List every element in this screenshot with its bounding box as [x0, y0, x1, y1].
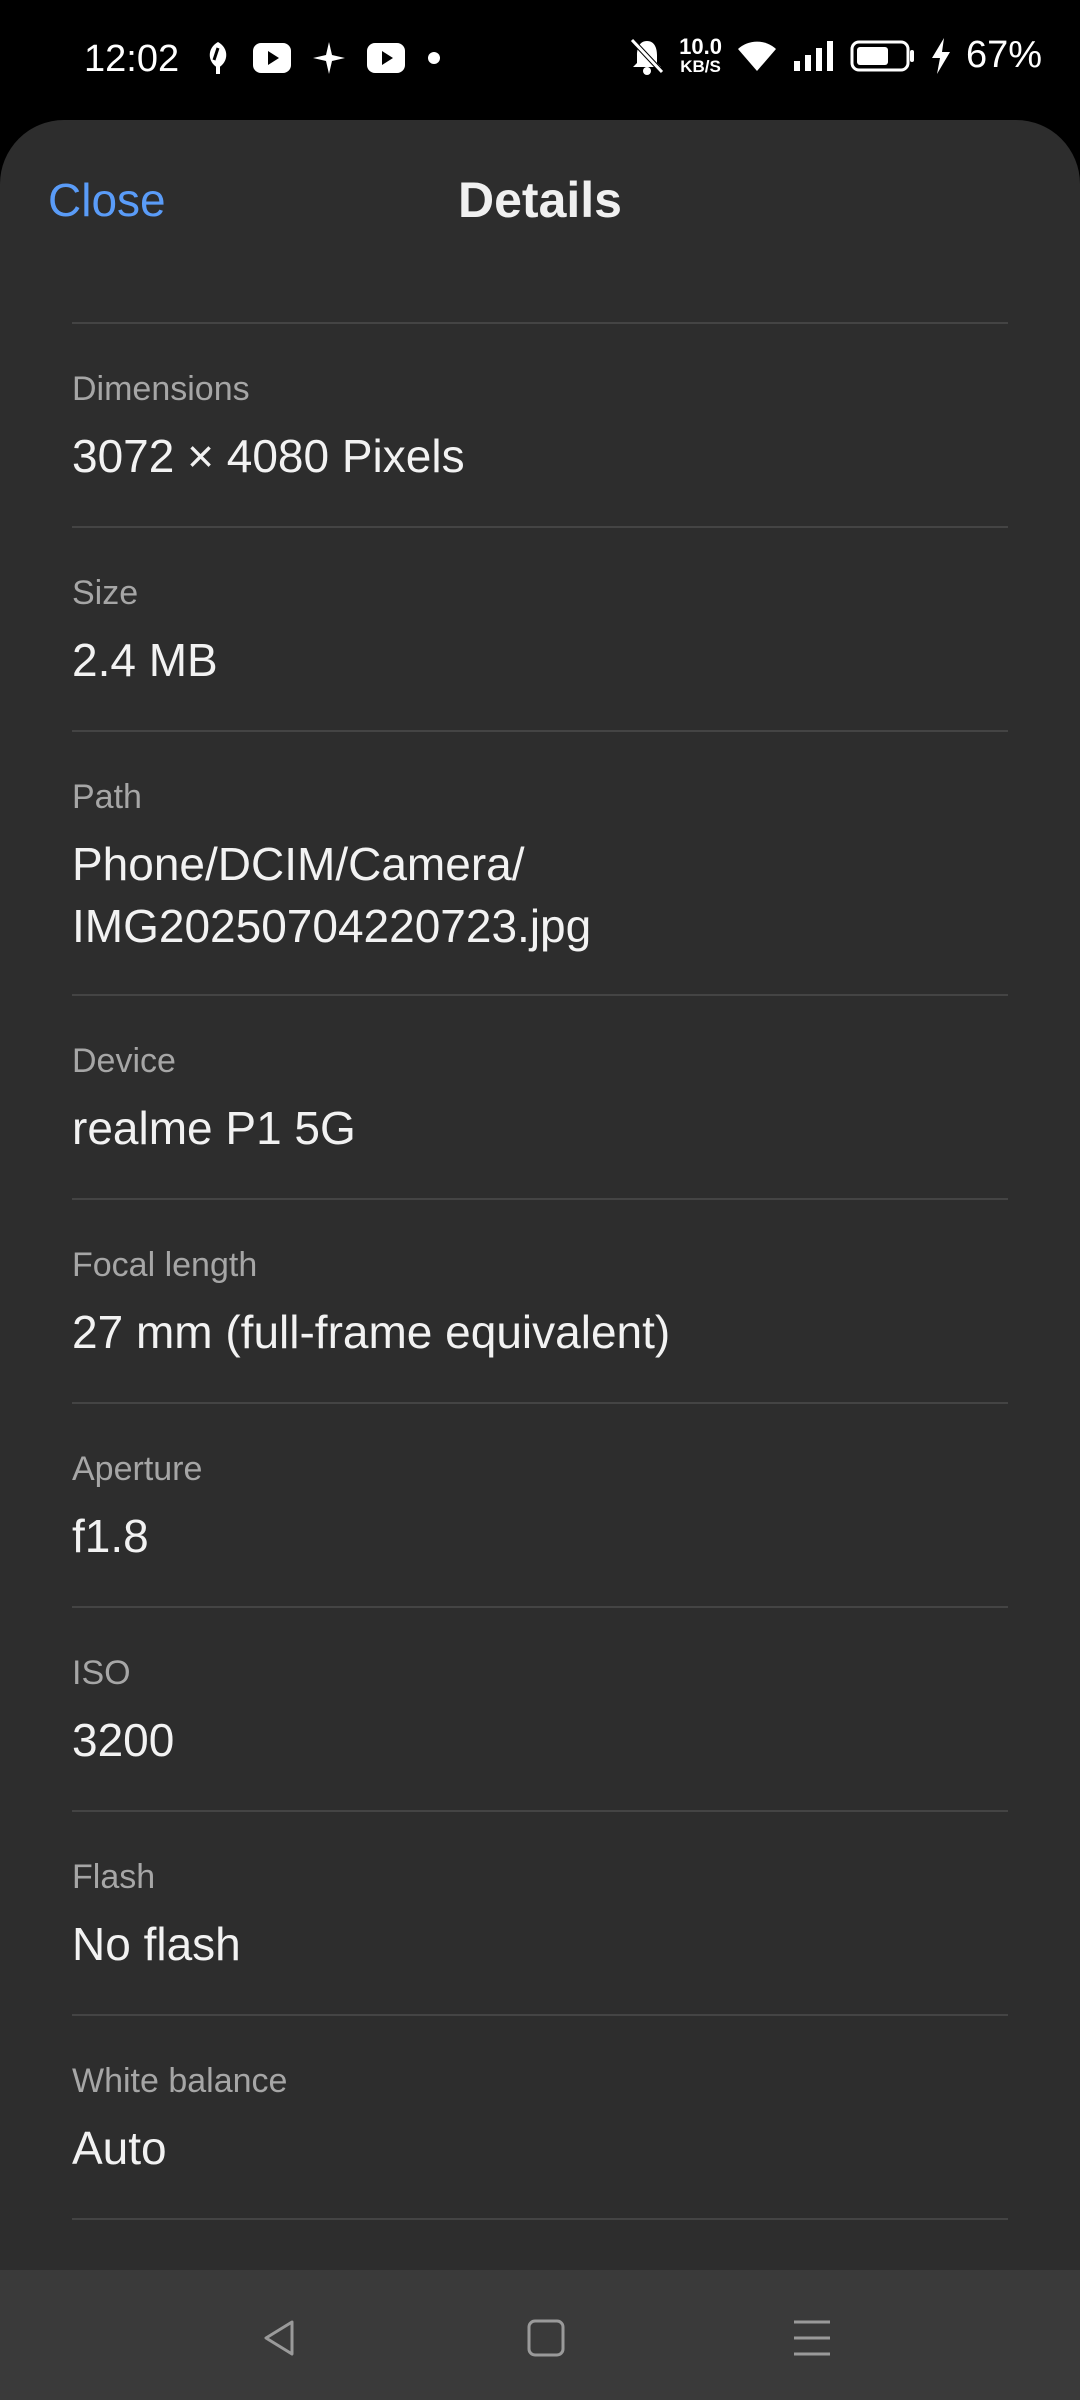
charging-icon — [931, 37, 950, 74]
leaf-icon — [209, 42, 227, 74]
navigation-bar — [0, 2270, 1080, 2400]
sheet-header: Close Details — [0, 120, 1080, 230]
detail-iso: ISO 3200 — [72, 1608, 1008, 1812]
detail-label: White balance — [72, 2062, 288, 2100]
detail-value-line2: IMG20250704220723.jpg — [72, 900, 592, 952]
status-bar: 12:02 10.0 KB/S 67% — [0, 0, 1080, 120]
detail-value: 3200 — [72, 1714, 175, 1766]
detail-device: Device realme P1 5G — [72, 996, 1008, 1200]
menu-icon[interactable] — [782, 2308, 842, 2368]
notification-icons — [205, 40, 441, 76]
home-icon[interactable] — [516, 2308, 576, 2368]
signal-icon — [793, 40, 833, 71]
details-list: Dimensions 3072 × 4080 Pixels Size 2.4 M… — [72, 324, 1008, 2220]
detail-label: Size — [72, 574, 139, 612]
youtube-icon — [253, 43, 291, 73]
status-time: 12:02 — [84, 38, 180, 80]
detail-value: f1.8 — [72, 1510, 149, 1562]
system-indicators: 10.0 KB/S 67% — [629, 34, 1042, 77]
detail-dimensions: Dimensions 3072 × 4080 Pixels — [72, 324, 1008, 528]
detail-value: Phone/DCIM/Camera/ — [72, 838, 525, 890]
detail-label: Focal length — [72, 1246, 258, 1284]
detail-value: 2.4 MB — [72, 634, 218, 686]
back-icon[interactable] — [250, 2308, 310, 2368]
detail-focal-length: Focal length 27 mm (full-frame equivalen… — [72, 1200, 1008, 1404]
detail-value: No flash — [72, 1918, 241, 1970]
detail-aperture: Aperture f1.8 — [72, 1404, 1008, 1608]
dot-icon — [428, 52, 440, 64]
detail-value: 3072 × 4080 Pixels — [72, 430, 465, 482]
page-title: Details — [458, 172, 622, 228]
details-sheet: Close Details Dimensions 3072 × 4080 Pix… — [0, 120, 1080, 2270]
wifi-icon — [737, 41, 776, 71]
battery-icon — [850, 40, 914, 71]
detail-white-balance: White balance Auto — [72, 2016, 1008, 2220]
detail-value: realme P1 5G — [72, 1102, 356, 1154]
detail-label: ISO — [72, 1654, 131, 1692]
detail-size: Size 2.4 MB — [72, 528, 1008, 732]
detail-label: Path — [72, 778, 142, 816]
mute-bell-icon — [630, 37, 664, 75]
battery-percent: 67% — [965, 34, 1042, 76]
detail-value: Auto — [72, 2122, 167, 2174]
network-speed-unit: KB/S — [680, 57, 721, 76]
detail-label: Aperture — [72, 1450, 203, 1488]
sparkle-icon — [313, 42, 345, 74]
detail-label: Dimensions — [72, 370, 250, 408]
detail-value: 27 mm (full-frame equivalent) — [72, 1306, 671, 1358]
network-speed-value: 10.0 — [679, 34, 722, 59]
detail-label: Device — [72, 1042, 176, 1080]
network-speed: 10.0 KB/S — [679, 34, 722, 76]
detail-flash: Flash No flash — [72, 1812, 1008, 2016]
detail-path: Path Phone/DCIM/Camera/ IMG2025070422072… — [72, 732, 1008, 996]
youtube-icon — [367, 43, 405, 73]
detail-label: Flash — [72, 1858, 156, 1896]
